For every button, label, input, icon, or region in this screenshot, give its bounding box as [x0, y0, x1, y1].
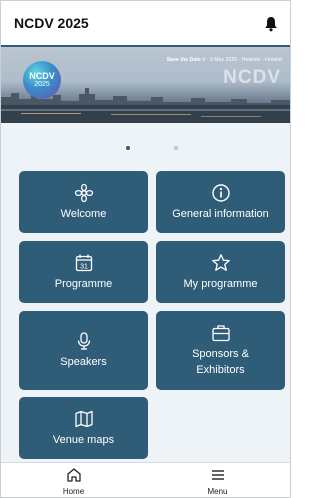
- calendar-day: 31: [80, 264, 88, 271]
- tile-label: My programme: [183, 278, 258, 290]
- tile-label: Welcome: [60, 208, 107, 220]
- flower-icon: [74, 183, 94, 203]
- menu-icon: [210, 467, 226, 483]
- home-icon: [66, 467, 82, 483]
- save-the-date-label: Save the Date: [166, 57, 201, 63]
- briefcase-icon: [211, 323, 231, 343]
- nav-home[interactable]: Home: [1, 463, 146, 497]
- tile-label: Programme: [54, 278, 113, 290]
- nav-label: Home: [62, 487, 85, 496]
- bottom-navigation: Home Menu: [1, 462, 290, 497]
- map-icon: [74, 409, 94, 429]
- microphone-icon: [74, 331, 94, 351]
- event-banner[interactable]: NCDV 2025 Save the Date 6 - 9 May 2025 ·…: [1, 47, 290, 123]
- app-title: NCDV 2025: [14, 15, 89, 31]
- calendar-icon: 31: [74, 253, 94, 273]
- tile-label: Speakers: [60, 356, 107, 368]
- carousel-indicator: [1, 146, 290, 152]
- bell-icon[interactable]: [264, 16, 278, 32]
- carousel-dot-active[interactable]: [126, 146, 130, 150]
- tile-label: General information: [172, 208, 269, 220]
- app-header: NCDV 2025: [1, 1, 290, 47]
- logo-text-top: NCDV: [29, 71, 55, 81]
- carousel-dot[interactable]: [174, 146, 178, 150]
- banner-watermark-word: NCDV: [223, 67, 281, 88]
- tile-my-programme[interactable]: My programme: [156, 241, 285, 303]
- app-screen: NCDV 2025 NCDV 2025 Save the Date 6 - 9 …: [0, 0, 291, 498]
- nav-menu[interactable]: Menu: [145, 463, 290, 497]
- banner-details: 6 - 9 May 2025 · Helsinki · Finland: [202, 57, 282, 63]
- star-icon: [211, 253, 231, 273]
- tile-label: Sponsors &: [192, 348, 249, 360]
- tile-welcome[interactable]: Welcome: [19, 171, 148, 233]
- tile-label: Venue maps: [52, 434, 115, 446]
- tile-speakers[interactable]: Speakers: [19, 311, 148, 390]
- tile-general-information[interactable]: General information: [156, 171, 285, 233]
- ncdv-logo: NCDV 2025: [23, 61, 61, 99]
- banner-date-text: Save the Date 6 - 9 May 2025 · Helsinki …: [167, 57, 282, 63]
- tile-programme[interactable]: 31 Programme: [19, 241, 148, 303]
- tile-label-line2: Exhibitors: [196, 364, 245, 376]
- tile-sponsors-exhibitors[interactable]: Sponsors & Exhibitors: [156, 311, 285, 390]
- info-icon: [211, 183, 231, 203]
- logo-text-bottom: 2025: [34, 81, 50, 88]
- tile-venue-maps[interactable]: Venue maps: [19, 397, 148, 459]
- nav-label: Menu: [207, 487, 228, 496]
